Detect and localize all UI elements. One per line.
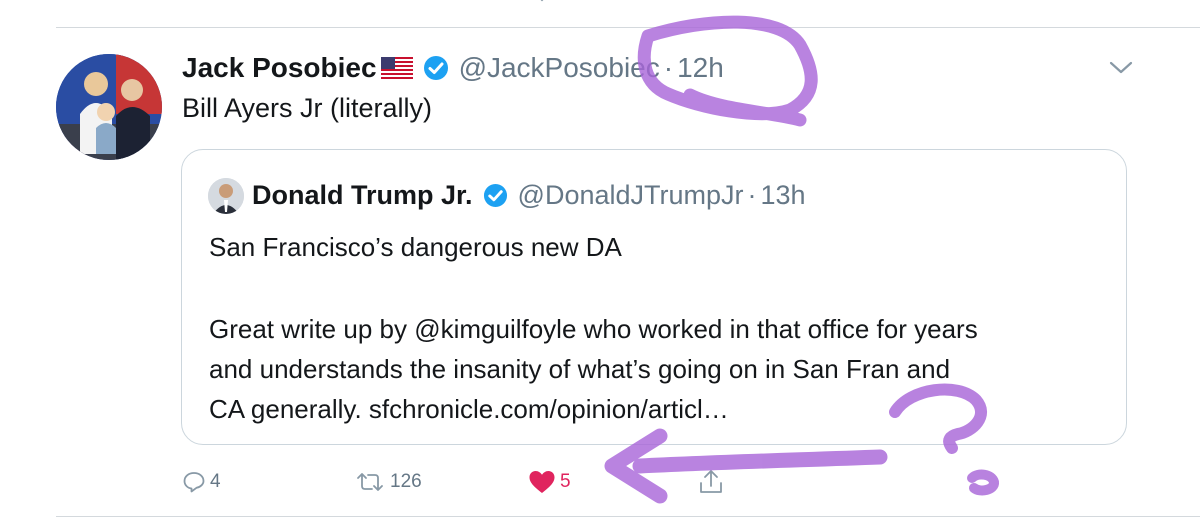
quoted-text-line: Great write up by @kimguilfoyle who work…: [209, 314, 978, 344]
quoted-author-display-name: Donald Trump Jr.: [252, 179, 473, 210]
quoted-text-line: and understands the insanity of what’s g…: [209, 354, 951, 384]
author-avatar[interactable]: [56, 54, 162, 160]
quoted-timestamp: 13h: [760, 179, 806, 210]
reply-button[interactable]: 4: [182, 460, 221, 504]
separator-dot: ·: [663, 52, 674, 83]
retweet-icon: [357, 473, 383, 491]
chevron-down-icon[interactable]: [1108, 60, 1134, 76]
quoted-author-avatar: [208, 178, 244, 214]
tweet-divider: [56, 516, 1200, 517]
quoted-tweet-card[interactable]: Donald Trump Jr. @DonaldJTrumpJr · 13h S…: [181, 149, 1127, 445]
reply-icon: [190, 0, 214, 8]
previous-tweet-actions: [0, 0, 1200, 14]
heart-icon: [529, 471, 555, 493]
tweet-text: Bill Ayers Jr (literally): [182, 93, 433, 123]
quoted-author-line: Donald Trump Jr. @DonaldJTrumpJr · 13h: [252, 175, 806, 215]
author-line: Jack Posobiec @JackPosobiec · 12h: [182, 48, 724, 88]
quoted-author-handle: @DonaldJTrumpJr: [517, 179, 744, 210]
share-button[interactable]: [698, 460, 724, 504]
retweet-button[interactable]: 126: [354, 460, 422, 504]
like-button[interactable]: 5: [528, 460, 571, 504]
tweet-divider: [56, 27, 1200, 28]
separator-dot: ·: [747, 179, 757, 210]
quoted-text-line: CA generally. sfchronicle.com/opinion/ar…: [209, 394, 729, 424]
author-display-name[interactable]: Jack Posobiec: [182, 52, 377, 84]
share-icon: [700, 0, 724, 8]
profile-photo: [208, 178, 244, 214]
tweet-actions: 4 126 5: [0, 460, 1200, 504]
heart-icon: [540, 0, 544, 2]
reply-icon: [183, 472, 205, 493]
profile-photo: [56, 54, 162, 160]
us-flag-icon: [380, 57, 413, 79]
verified-badge-icon: [483, 183, 507, 207]
retweet-icon: [360, 0, 384, 8]
quoted-text-line: San Francisco’s dangerous new DA: [209, 232, 622, 262]
reply-count: 4: [210, 471, 221, 492]
author-handle[interactable]: @JackPosobiec: [459, 52, 660, 84]
verified-badge-icon: [423, 56, 448, 80]
share-icon: [700, 470, 722, 493]
tweet-timestamp[interactable]: 12h: [677, 52, 724, 84]
like-count: 5: [560, 471, 571, 492]
retweet-count: 126: [390, 471, 422, 492]
